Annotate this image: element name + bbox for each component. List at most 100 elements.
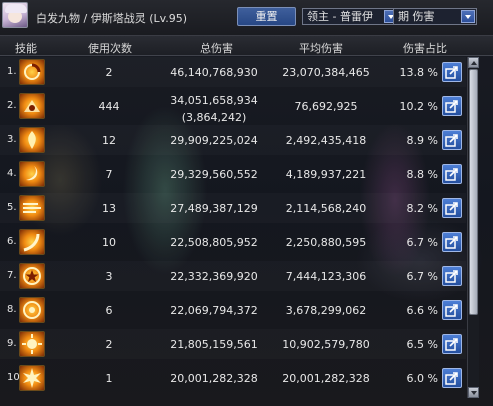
- crescent-wave-icon[interactable]: [19, 229, 45, 255]
- col-avg: 平均伤害: [299, 42, 343, 55]
- export-icon: [445, 372, 458, 385]
- row-avg-damage: 2,492,435,418: [285, 134, 367, 147]
- detail-export-button[interactable]: [442, 232, 462, 252]
- character-name: 白发九物 / 伊斯塔战灵 (Lv.95): [36, 12, 188, 25]
- scrollbar[interactable]: [467, 57, 479, 398]
- row-avg-damage: 76,692,925: [294, 100, 358, 113]
- export-icon: [445, 304, 458, 317]
- export-icon: [445, 338, 458, 351]
- row-rank: 6.: [7, 236, 17, 247]
- row-total-damage: 20,001,282,328: [170, 372, 258, 385]
- row-total-damage: 29,329,560,552: [170, 168, 258, 181]
- row-total-damage: 21,805,159,561: [170, 338, 258, 351]
- target-select-value: 领主 - 普雷伊: [307, 10, 373, 23]
- row-avg-damage: 20,001,282,328: [282, 372, 370, 385]
- detail-export-button[interactable]: [442, 266, 462, 286]
- fire-spark-icon[interactable]: [19, 93, 45, 119]
- detail-export-button[interactable]: [442, 130, 462, 150]
- row-rank: 3.: [7, 134, 17, 145]
- export-icon: [445, 168, 458, 181]
- row-avg-damage: 2,250,880,595: [285, 236, 367, 249]
- col-pct: 伤害占比: [403, 42, 447, 55]
- row-total-damage-sub: (3,864,242): [181, 111, 247, 124]
- row-total-damage: 46,140,768,930: [170, 66, 258, 79]
- row-rank: 4.: [7, 168, 17, 179]
- export-icon: [445, 100, 458, 113]
- row-total-damage: 22,069,794,372: [170, 304, 258, 317]
- export-icon: [445, 202, 458, 215]
- row-damage-pct: 8.2 %: [406, 202, 438, 215]
- table-row[interactable]: 2. 444 34,051,658,934 (3,864,242) 76,692…: [0, 91, 466, 124]
- panel-header: 白发九物 / 伊斯塔战灵 (Lv.95) 重置 领主 - 普雷伊 期 伤害: [0, 0, 493, 36]
- row-avg-damage: 4,189,937,221: [285, 168, 367, 181]
- detail-export-button[interactable]: [442, 62, 462, 82]
- row-rank: 9.: [7, 338, 17, 349]
- metric-select-value: 期 伤害: [398, 10, 435, 23]
- table-row[interactable]: 3. 12 29,909,225,024 2,492,435,418 8.9 %: [0, 125, 466, 155]
- export-icon: [445, 134, 458, 147]
- reset-button[interactable]: 重置: [237, 7, 296, 26]
- row-avg-damage: 3,678,299,062: [285, 304, 367, 317]
- sun-flare-icon[interactable]: [19, 331, 45, 357]
- chevron-down-icon[interactable]: [461, 10, 475, 23]
- row-avg-damage: 23,070,384,465: [282, 66, 370, 79]
- row-rank: 1.: [7, 66, 17, 77]
- explosion-icon[interactable]: [19, 365, 45, 391]
- table-row[interactable]: 5. 13 27,489,387,129 2,114,568,240 8.2 %: [0, 193, 466, 223]
- moon-slash-icon[interactable]: [19, 161, 45, 187]
- row-uses: 6: [105, 304, 113, 317]
- table-row[interactable]: 7. 3 22,332,369,920 7,444,123,306 6.7 %: [0, 261, 466, 291]
- detail-export-button[interactable]: [442, 96, 462, 116]
- row-total-damage: 22,332,369,920: [170, 270, 258, 283]
- table-row[interactable]: 8. 6 22,069,794,372 3,678,299,062 6.6 %: [0, 295, 466, 325]
- export-icon: [445, 236, 458, 249]
- table-row[interactable]: 1. 2 46,140,768,930 23,070,384,465 13.8 …: [0, 57, 466, 87]
- row-rank: 2.: [7, 100, 17, 111]
- row-uses: 13: [102, 202, 116, 215]
- detail-export-button[interactable]: [442, 334, 462, 354]
- table-row[interactable]: 6. 10 22,508,805,952 2,250,880,595 6.7 %: [0, 227, 466, 257]
- detail-export-button[interactable]: [442, 164, 462, 184]
- row-damage-pct: 6.0 %: [406, 372, 438, 385]
- scroll-thumb[interactable]: [469, 69, 478, 315]
- row-total-damage: 22,508,805,952: [170, 236, 258, 249]
- scroll-down-button[interactable]: [468, 387, 479, 398]
- col-uses: 使用次数: [88, 42, 132, 55]
- col-total: 总伤害: [200, 42, 233, 55]
- table-row[interactable]: 9. 2 21,805,159,561 10,902,579,780 6.5 %: [0, 329, 466, 359]
- row-avg-damage: 7,444,123,306: [285, 270, 367, 283]
- character-avatar: [2, 2, 28, 28]
- row-damage-pct: 8.8 %: [406, 168, 438, 181]
- row-damage-pct: 6.7 %: [406, 270, 438, 283]
- star-ring-icon[interactable]: [19, 263, 45, 289]
- row-uses: 10: [102, 236, 116, 249]
- speed-dash-icon[interactable]: [19, 195, 45, 221]
- detail-export-button[interactable]: [442, 198, 462, 218]
- table-row[interactable]: 4. 7 29,329,560,552 4,189,937,221 8.8 %: [0, 159, 466, 189]
- row-rank: 8.: [7, 304, 17, 315]
- flame-burst-icon[interactable]: [19, 127, 45, 153]
- row-avg-damage: 2,114,568,240: [285, 202, 367, 215]
- damage-stats-panel: 白发九物 / 伊斯塔战灵 (Lv.95) 重置 领主 - 普雷伊 期 伤害 技能…: [0, 0, 493, 406]
- table-row[interactable]: 10. 1 20,001,282,328 20,001,282,328 6.0 …: [0, 363, 466, 393]
- row-uses: 12: [102, 134, 116, 147]
- target-select[interactable]: 领主 - 普雷伊: [302, 8, 400, 25]
- detail-export-button[interactable]: [442, 368, 462, 388]
- scroll-up-button[interactable]: [468, 57, 479, 68]
- fire-swirl-icon[interactable]: [19, 59, 45, 85]
- detail-export-button[interactable]: [442, 300, 462, 320]
- metric-select[interactable]: 期 伤害: [393, 8, 477, 25]
- row-total-damage: 29,909,225,024: [170, 134, 258, 147]
- row-damage-pct: 6.6 %: [406, 304, 438, 317]
- column-headers: 技能 使用次数 总伤害 平均伤害 伤害占比: [0, 36, 493, 56]
- export-icon: [445, 66, 458, 79]
- row-damage-pct: 8.9 %: [406, 134, 438, 147]
- row-uses: 1: [105, 372, 113, 385]
- row-uses: 7: [105, 168, 113, 181]
- row-total-damage: 34,051,658,934: [170, 94, 258, 107]
- target-orbit-icon[interactable]: [19, 297, 45, 323]
- row-damage-pct: 6.7 %: [406, 236, 438, 249]
- row-total-damage: 27,489,387,129: [170, 202, 258, 215]
- row-damage-pct: 13.8 %: [399, 66, 438, 79]
- row-damage-pct: 10.2 %: [399, 100, 438, 113]
